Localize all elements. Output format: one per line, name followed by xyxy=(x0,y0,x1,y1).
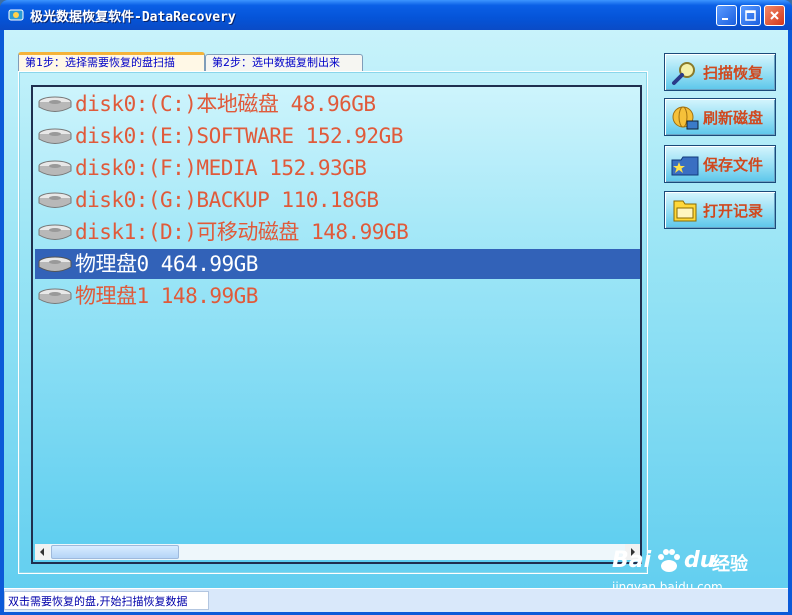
disk-row[interactable]: disk0:(F:)MEDIA 152.93GB xyxy=(35,153,640,183)
status-bar: 双击需要恢复的盘,开始扫描恢复数据 xyxy=(4,588,788,612)
disk-label: disk0:(E:)SOFTWARE 152.92GB xyxy=(75,124,403,148)
hard-drive-icon xyxy=(38,224,72,240)
disk-label: 物理盘1 148.99GB xyxy=(75,284,258,308)
save-file-button[interactable]: 保存文件 xyxy=(664,145,776,183)
disk-row[interactable]: disk1:(D:)可移动磁盘 148.99GB xyxy=(35,217,640,247)
app-icon xyxy=(8,9,24,21)
hard-drive-icon xyxy=(38,256,72,272)
horizontal-scrollbar[interactable] xyxy=(35,544,640,560)
app-window: 极光数据恢复软件-DataRecovery 第1步：选择需要恢复的盘扫描 第2步… xyxy=(0,0,792,615)
scroll-left-button[interactable] xyxy=(35,544,50,560)
title-bar[interactable]: 极光数据恢复软件-DataRecovery xyxy=(0,0,792,30)
disk-label: disk0:(C:)本地磁盘 48.96GB xyxy=(75,92,376,116)
disk-list[interactable]: disk0:(C:)本地磁盘 48.96GB disk0:(E:)SOFTWAR… xyxy=(31,85,642,564)
hard-drive-icon xyxy=(38,128,72,144)
window-title: 极光数据恢复软件-DataRecovery xyxy=(30,10,236,25)
disk-row-selected[interactable]: 物理盘0 464.99GB xyxy=(35,249,640,279)
status-panel: 双击需要恢复的盘,开始扫描恢复数据 xyxy=(4,591,209,610)
minimize-icon xyxy=(722,18,728,20)
magnifier-icon xyxy=(672,62,695,85)
refresh-disk-button[interactable]: 刷新磁盘 xyxy=(664,98,776,136)
baidu-watermark: Bai du 经验 jingyan.baidu.com xyxy=(612,544,752,594)
client-area: 第1步：选择需要恢复的盘扫描 第2步：选中数据复制出来 disk0:(C:)本地… xyxy=(4,30,788,612)
disk-row[interactable]: disk0:(C:)本地磁盘 48.96GB xyxy=(35,89,640,119)
watermark-label: 经验 xyxy=(712,554,748,575)
folder-star-icon xyxy=(671,156,699,176)
open-record-button[interactable]: 打开记录 xyxy=(664,191,776,229)
save-file-label: 保存文件 xyxy=(703,156,764,174)
open-record-label: 打开记录 xyxy=(703,202,764,220)
disk-row[interactable]: disk0:(G:)BACKUP 110.18GB xyxy=(35,185,640,215)
scan-recover-label: 扫描恢复 xyxy=(703,64,764,82)
minimize-button[interactable] xyxy=(716,5,737,26)
watermark-brand-suffix: du xyxy=(684,548,716,573)
hard-drive-icon xyxy=(38,192,72,208)
maximize-button[interactable] xyxy=(740,5,761,26)
refresh-disk-label: 刷新磁盘 xyxy=(703,109,764,127)
disk-label: disk0:(G:)BACKUP 110.18GB xyxy=(75,188,379,212)
paw-icon xyxy=(658,549,680,572)
close-button[interactable] xyxy=(764,5,785,26)
disk-label: disk1:(D:)可移动磁盘 148.99GB xyxy=(75,220,409,244)
disk-row[interactable]: 物理盘1 148.99GB xyxy=(35,281,640,311)
hard-drive-icon xyxy=(38,96,72,112)
maximize-icon xyxy=(745,10,756,21)
globe-icon xyxy=(672,106,699,130)
watermark-brand: Bai xyxy=(612,548,652,573)
tab-step2[interactable]: 第2步：选中数据复制出来 xyxy=(205,54,363,71)
tab-step1[interactable]: 第1步：选择需要恢复的盘扫描 xyxy=(18,52,205,71)
disk-row[interactable]: disk0:(E:)SOFTWARE 152.92GB xyxy=(35,121,640,151)
scan-recover-button[interactable]: 扫描恢复 xyxy=(664,53,776,91)
disk-label: 物理盘0 464.99GB xyxy=(75,252,258,276)
scroll-thumb[interactable] xyxy=(51,545,179,559)
arrow-left-icon xyxy=(40,548,44,556)
hard-drive-icon xyxy=(38,160,72,176)
status-text: 双击需要恢复的盘,开始扫描恢复数据 xyxy=(8,595,188,608)
hard-drive-icon xyxy=(38,288,72,304)
close-icon xyxy=(770,11,779,20)
folder-open-icon xyxy=(673,200,697,222)
disk-label: disk0:(F:)MEDIA 152.93GB xyxy=(75,156,367,180)
